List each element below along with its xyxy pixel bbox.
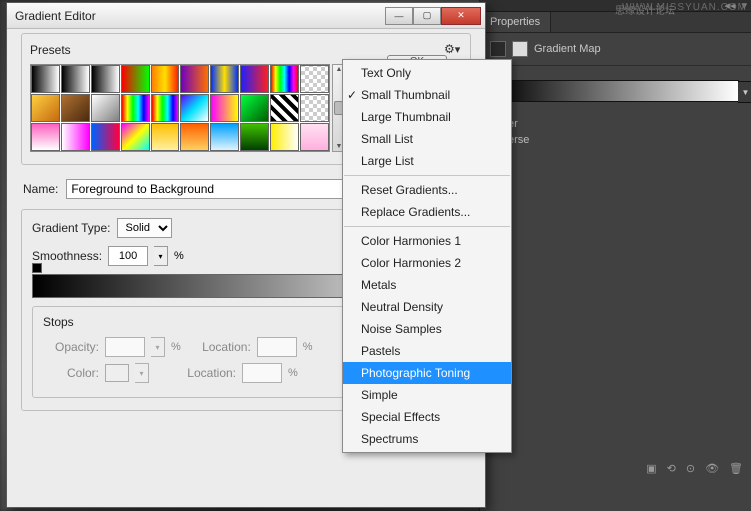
preset-swatch[interactable]: [300, 65, 329, 93]
menu-item[interactable]: Small Thumbnail: [343, 84, 511, 106]
preset-swatch[interactable]: [31, 65, 60, 93]
watermark-url: WWW.MISSYUAN.COM: [622, 2, 747, 13]
maximize-button[interactable]: ▢: [413, 7, 441, 25]
preset-swatch[interactable]: [151, 94, 180, 122]
color-stepper[interactable]: ▾: [135, 363, 149, 383]
preset-swatch[interactable]: [300, 94, 329, 122]
minimize-button[interactable]: —: [385, 7, 413, 25]
opacity-stop-marker[interactable]: [32, 263, 42, 273]
preset-swatch[interactable]: [151, 65, 180, 93]
panel-subheader: Gradient Map: [480, 33, 751, 66]
menu-item[interactable]: Color Harmonies 1: [343, 230, 511, 252]
reset-icon[interactable]: ⟲: [667, 462, 676, 475]
clip-icon[interactable]: ▣: [646, 462, 656, 475]
preset-swatch[interactable]: [270, 123, 299, 151]
preset-swatch[interactable]: [180, 94, 209, 122]
preset-swatch[interactable]: [91, 123, 120, 151]
menu-item[interactable]: Replace Gradients...: [343, 201, 511, 223]
menu-item[interactable]: Simple: [343, 384, 511, 406]
preset-swatch[interactable]: [61, 65, 90, 93]
smoothness-label: Smoothness:: [32, 249, 102, 263]
preset-swatch[interactable]: [240, 94, 269, 122]
preset-swatch[interactable]: [180, 65, 209, 93]
menu-item[interactable]: Pastels: [343, 340, 511, 362]
checkbox-row-1[interactable]: er: [480, 116, 751, 132]
location-label: Location:: [172, 366, 236, 380]
panel-subtitle: Gradient Map: [534, 43, 601, 55]
preset-swatch[interactable]: [180, 123, 209, 151]
view-icon[interactable]: ⊙: [686, 462, 695, 475]
checkbox-row-2[interactable]: erse: [480, 132, 751, 148]
menu-item[interactable]: Special Effects: [343, 406, 511, 428]
menu-separator: [344, 175, 510, 176]
preset-swatch[interactable]: [240, 123, 269, 151]
gradient-type-select[interactable]: Solid: [117, 218, 172, 238]
gradient-type-label: Gradient Type:: [32, 221, 111, 235]
menu-item[interactable]: Metals: [343, 274, 511, 296]
gradient-map-preview[interactable]: ▼: [492, 80, 739, 102]
preset-swatch[interactable]: [300, 123, 329, 151]
menu-item[interactable]: Large List: [343, 150, 511, 172]
menu-item[interactable]: Reset Gradients...: [343, 179, 511, 201]
close-button[interactable]: ✕: [441, 7, 481, 25]
preset-swatch[interactable]: [151, 123, 180, 151]
preset-swatch[interactable]: [210, 65, 239, 93]
preset-swatch[interactable]: [210, 123, 239, 151]
color-swatch[interactable]: [105, 364, 129, 382]
panel-footer-icons: ▣ ⟲ ⊙ 👁 🗑: [646, 462, 743, 475]
preset-swatch[interactable]: [91, 94, 120, 122]
smoothness-stepper[interactable]: ▾: [154, 246, 168, 266]
opacity-label: Opacity:: [43, 340, 99, 354]
preset-swatch[interactable]: [240, 65, 269, 93]
preset-swatch[interactable]: [121, 94, 150, 122]
preset-swatch[interactable]: [31, 123, 60, 151]
location-input-2[interactable]: [242, 363, 282, 383]
name-label: Name:: [23, 182, 58, 196]
properties-panel: ◂◂▾ Properties Gradient Map ▼ er erse ▣ …: [479, 0, 751, 511]
gradient-dropdown-icon[interactable]: ▼: [738, 81, 751, 103]
menu-item[interactable]: Small List: [343, 128, 511, 150]
percent-label: %: [303, 341, 313, 353]
preset-swatch[interactable]: [121, 123, 150, 151]
location-label: Location:: [187, 340, 251, 354]
preset-swatch[interactable]: [270, 65, 299, 93]
menu-separator: [344, 226, 510, 227]
percent-label: %: [288, 367, 298, 379]
titlebar[interactable]: Gradient Editor — ▢ ✕: [7, 3, 485, 29]
preset-swatch[interactable]: [121, 65, 150, 93]
menu-item[interactable]: Neutral Density: [343, 296, 511, 318]
preset-swatch-grid: [30, 64, 330, 152]
preset-swatch[interactable]: [61, 94, 90, 122]
opacity-input[interactable]: [105, 337, 145, 357]
color-label: Color:: [43, 366, 99, 380]
menu-item[interactable]: Photographic Toning: [343, 362, 511, 384]
menu-item[interactable]: Noise Samples: [343, 318, 511, 340]
percent-label: %: [171, 341, 181, 353]
preset-swatch[interactable]: [91, 65, 120, 93]
preset-swatch[interactable]: [270, 94, 299, 122]
smoothness-input[interactable]: [108, 246, 148, 266]
tab-properties[interactable]: Properties: [480, 12, 551, 32]
menu-item[interactable]: Large Thumbnail: [343, 106, 511, 128]
visibility-icon[interactable]: 👁: [705, 462, 719, 475]
dialog-title: Gradient Editor: [11, 9, 385, 23]
location-input[interactable]: [257, 337, 297, 357]
menu-item[interactable]: Spectrums: [343, 428, 511, 450]
opacity-stepper[interactable]: ▾: [151, 337, 165, 357]
mask-icon: [512, 41, 528, 57]
gear-icon[interactable]: ⚙▾: [444, 42, 462, 58]
preset-swatch[interactable]: [31, 94, 60, 122]
preset-swatch[interactable]: [210, 94, 239, 122]
adjustment-icon: [490, 41, 506, 57]
percent-label: %: [174, 250, 184, 262]
trash-icon[interactable]: 🗑: [729, 462, 743, 475]
preset-context-menu: Text OnlySmall ThumbnailLarge ThumbnailS…: [342, 59, 512, 453]
menu-item[interactable]: Color Harmonies 2: [343, 252, 511, 274]
presets-label: Presets: [30, 43, 444, 57]
preset-swatch[interactable]: [61, 123, 90, 151]
menu-item[interactable]: Text Only: [343, 62, 511, 84]
